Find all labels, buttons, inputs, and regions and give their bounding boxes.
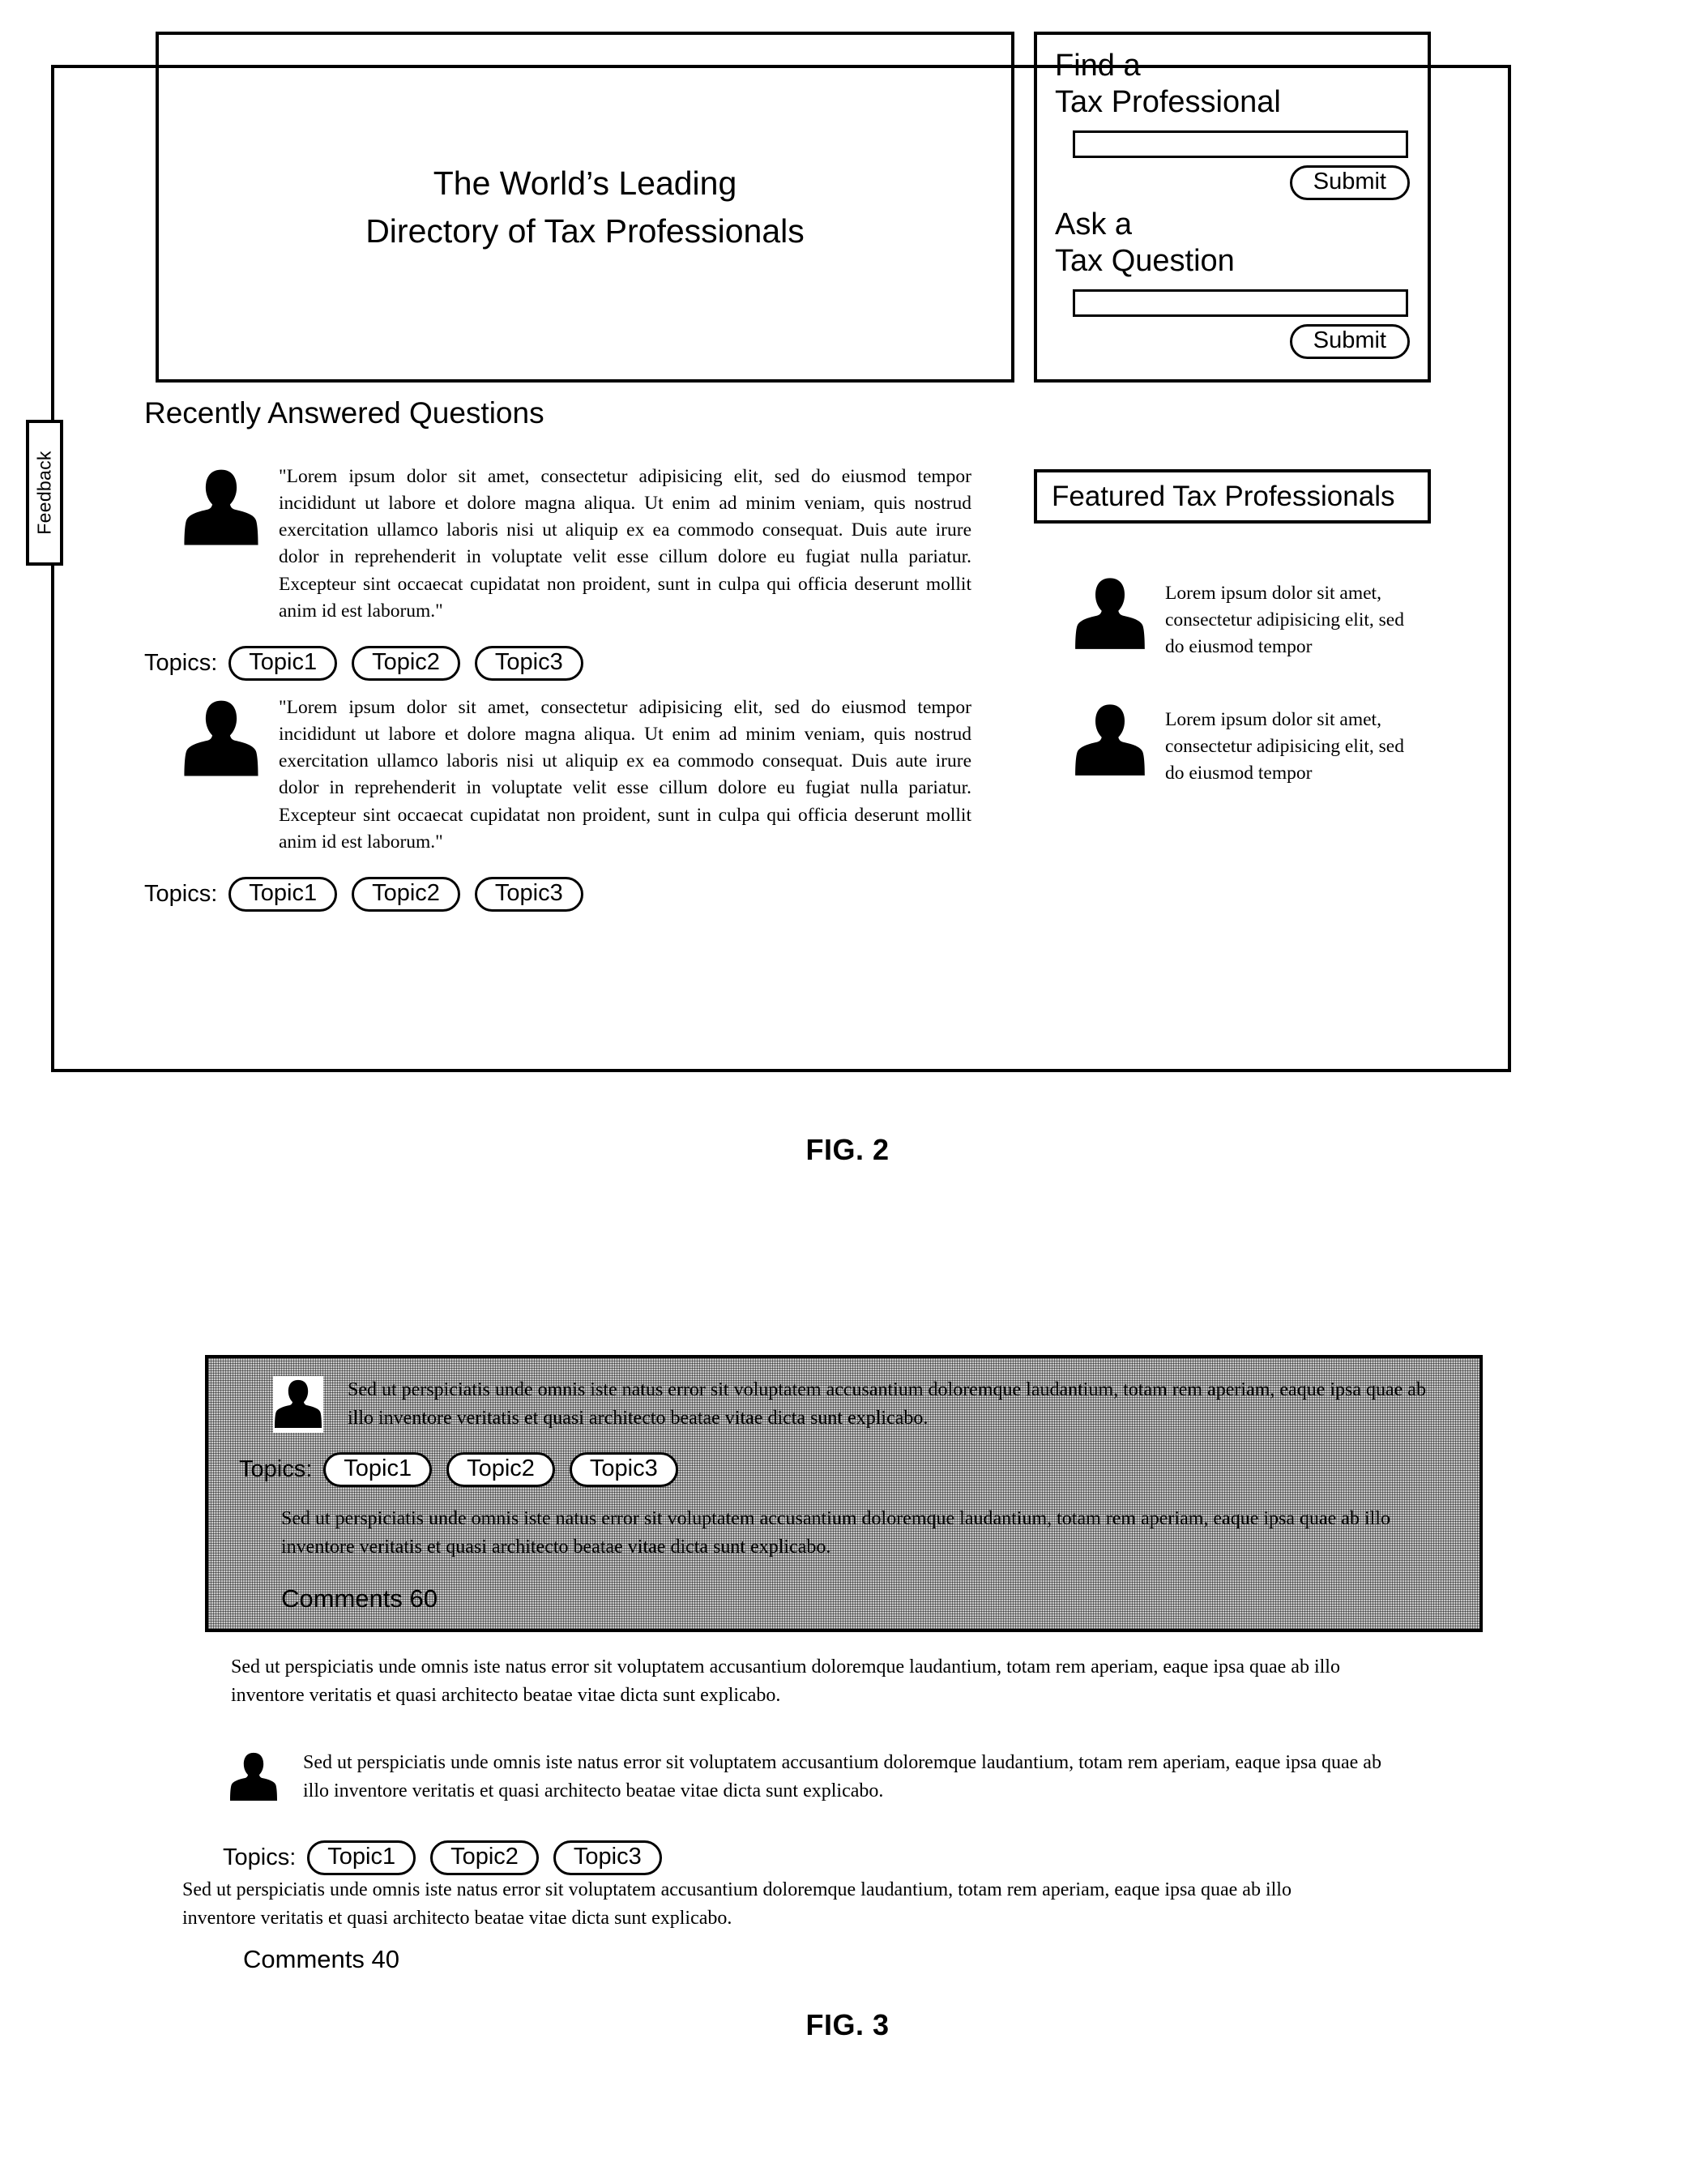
topics-label: Topics: (239, 1456, 313, 1483)
featured-professional-text: Lorem ipsum dolor sit amet, consectetur … (1165, 709, 1404, 784)
hero-headline-line1: The World’s Leading (433, 165, 737, 203)
topic-pill-2[interactable]: Topic2 (430, 1840, 539, 1876)
fig3-caption: FIG. 3 (805, 2008, 890, 2041)
ask-submit-row: Submit (1055, 323, 1410, 360)
comments-link[interactable]: Comments 40 (243, 1945, 399, 1974)
featured-professional-item[interactable]: Lorem ipsum dolor sit amet, consectetur … (1034, 575, 1439, 660)
ask-tax-question-heading: Ask a Tax Question (1055, 207, 1235, 278)
topic-pill-1[interactable]: Topic1 (228, 876, 338, 912)
user-silhouette-icon (273, 1376, 323, 1433)
featured-tax-professionals-title: Featured Tax Professionals (1052, 480, 1395, 512)
feedback-tab[interactable]: Feedback (26, 420, 63, 566)
topics-row: Topics: Topic1 Topic2 Topic3 (144, 645, 1019, 682)
highlighted-question-row: Sed ut perspiciatis unde omnis iste natu… (233, 1376, 1455, 1433)
highlighted-answer-text: Sed ut perspiciatis unde omnis iste natu… (281, 1508, 1390, 1558)
fig2-caption: FIG. 2 (805, 1133, 890, 1166)
recently-answered-questions-title: Recently Answered Questions (144, 396, 544, 430)
ask-submit-button[interactable]: Submit (1289, 323, 1410, 360)
hero-headline: The World’s Leading Directory of Tax Pro… (365, 160, 805, 254)
patent-figure-page: Feedback The World’s Leading Directory o… (0, 0, 1695, 2184)
user-silhouette-icon (183, 467, 259, 549)
topic-pill-2[interactable]: Topic2 (352, 645, 460, 682)
question-text: "Lorem ipsum dolor sit amet, consectetur… (279, 466, 971, 622)
topic-pill-2[interactable]: Topic2 (446, 1452, 555, 1488)
topic-pill-1[interactable]: Topic1 (323, 1452, 433, 1488)
user-silhouette-icon (1074, 575, 1146, 653)
question-row: "Lorem ipsum dolor sit amet, consectetur… (144, 462, 1019, 625)
find-submit-button[interactable]: Submit (1289, 165, 1410, 201)
question-answer-block: "Lorem ipsum dolor sit amet, consectetur… (144, 693, 1019, 912)
hero-banner: The World’s Leading Directory of Tax Pro… (156, 32, 1014, 383)
topics-label: Topics: (223, 1844, 297, 1871)
question-row: "Lorem ipsum dolor sit amet, consectetur… (144, 693, 1019, 856)
topic-pill-3[interactable]: Topic3 (553, 1840, 662, 1876)
find-tax-professional-input[interactable] (1073, 130, 1408, 158)
find-tax-professional-heading: Find a Tax Professional (1055, 49, 1281, 119)
second-question-text: Sed ut perspiciatis unde omnis iste natu… (303, 1752, 1381, 1801)
highlighted-question-card: Sed ut perspiciatis unde omnis iste natu… (205, 1355, 1483, 1632)
find-submit-row: Submit (1055, 165, 1410, 201)
feedback-tab-label: Feedback (33, 451, 55, 535)
second-question-row: Sed ut perspiciatis unde omnis iste natu… (228, 1749, 1411, 1806)
topics-label: Topics: (144, 880, 218, 907)
featured-professional-item[interactable]: Lorem ipsum dolor sit amet, consectetur … (1034, 702, 1439, 787)
topics-row: Topics: Topic1 Topic2 Topic3 (223, 1840, 677, 1876)
second-question-item: Sed ut perspiciatis unde omnis iste natu… (228, 1749, 1411, 1806)
topic-pill-1[interactable]: Topic1 (228, 645, 338, 682)
question-text: "Lorem ipsum dolor sit amet, consectetur… (279, 697, 971, 853)
topics-label: Topics: (144, 649, 218, 676)
topic-pill-2[interactable]: Topic2 (352, 876, 460, 912)
topic-pill-3[interactable]: Topic3 (474, 876, 583, 912)
user-silhouette-icon (228, 1749, 279, 1806)
highlighted-question-text: Sed ut perspiciatis unde omnis iste natu… (348, 1379, 1426, 1429)
post-card-paragraph: Sed ut perspiciatis unde omnis iste natu… (231, 1656, 1340, 1706)
user-silhouette-icon (1074, 702, 1146, 780)
topics-row: Topics: Topic1 Topic2 Topic3 (239, 1452, 1455, 1488)
comments-link[interactable]: Comments 60 (281, 1584, 1455, 1613)
topics-row: Topics: Topic1 Topic2 Topic3 (144, 876, 1019, 912)
featured-tax-professionals-header: Featured Tax Professionals (1034, 469, 1431, 524)
topic-pill-3[interactable]: Topic3 (474, 645, 583, 682)
question-answer-block: "Lorem ipsum dolor sit amet, consectetur… (144, 462, 1019, 682)
user-silhouette-icon (183, 698, 259, 780)
search-panel: Find a Tax Professional Submit Ask a Tax… (1034, 32, 1431, 383)
featured-professional-text: Lorem ipsum dolor sit amet, consectetur … (1165, 583, 1404, 658)
hero-headline-line2: Directory of Tax Professionals (365, 212, 805, 250)
topic-pill-3[interactable]: Topic3 (569, 1452, 678, 1488)
ask-tax-question-input[interactable] (1073, 288, 1408, 317)
second-answer-text: Sed ut perspiciatis unde omnis iste natu… (182, 1879, 1292, 1929)
topic-pill-1[interactable]: Topic1 (307, 1840, 416, 1876)
